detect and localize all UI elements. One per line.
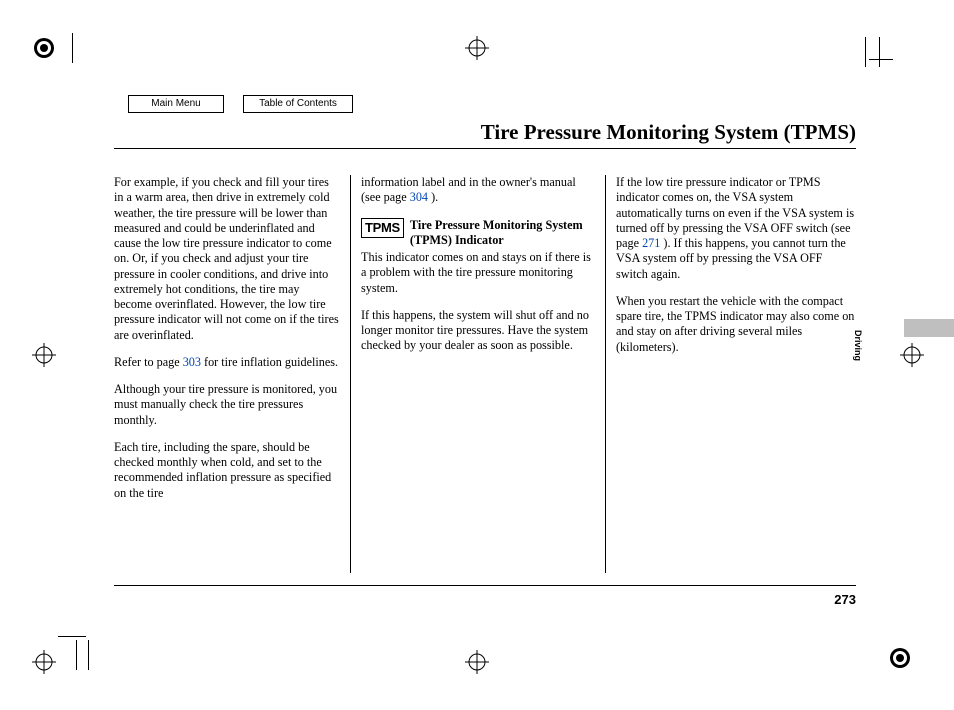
body-columns: For example, if you check and fill your … (114, 175, 856, 573)
page-link-304[interactable]: 304 (410, 190, 428, 204)
registration-mark-icon (32, 650, 56, 674)
registration-mark-icon (888, 646, 912, 670)
title-rule (114, 148, 856, 149)
section-tab-bar (904, 319, 954, 337)
registration-mark-icon (465, 36, 489, 60)
column-2: information label and in the owner's man… (350, 175, 606, 573)
body-text: For example, if you check and fill your … (114, 175, 340, 343)
body-text: Refer to page 303 for tire inflation gui… (114, 355, 340, 370)
body-text: Although your tire pressure is monitored… (114, 382, 340, 428)
page-link-271[interactable]: 271 (642, 236, 660, 250)
body-text: Each tire, including the spare, should b… (114, 440, 340, 501)
page-number: 273 (834, 592, 856, 607)
main-menu-button[interactable]: Main Menu (128, 95, 224, 113)
body-text: information label and in the owner's man… (361, 175, 595, 206)
tpms-indicator-heading: Tire Pressure Monitoring System (TPMS) I… (410, 218, 595, 249)
bottom-rule (114, 585, 856, 586)
tpms-badge-icon: TPMS (361, 218, 404, 238)
registration-mark-icon (465, 650, 489, 674)
registration-mark-icon (32, 36, 56, 60)
column-3: If the low tire pressure indicator or TP… (606, 175, 856, 573)
body-text: If the low tire pressure indicator or TP… (616, 175, 856, 282)
body-text: This indicator comes on and stays on if … (361, 250, 595, 296)
page-link-303[interactable]: 303 (183, 355, 201, 369)
table-of-contents-button[interactable]: Table of Contents (243, 95, 353, 113)
registration-mark-icon (32, 343, 56, 367)
column-1: For example, if you check and fill your … (114, 175, 350, 573)
body-text: If this happens, the system will shut of… (361, 308, 595, 354)
page-title: Tire Pressure Monitoring System (TPMS) (481, 120, 856, 145)
body-text: When you restart the vehicle with the co… (616, 294, 856, 355)
registration-mark-icon (900, 343, 924, 367)
